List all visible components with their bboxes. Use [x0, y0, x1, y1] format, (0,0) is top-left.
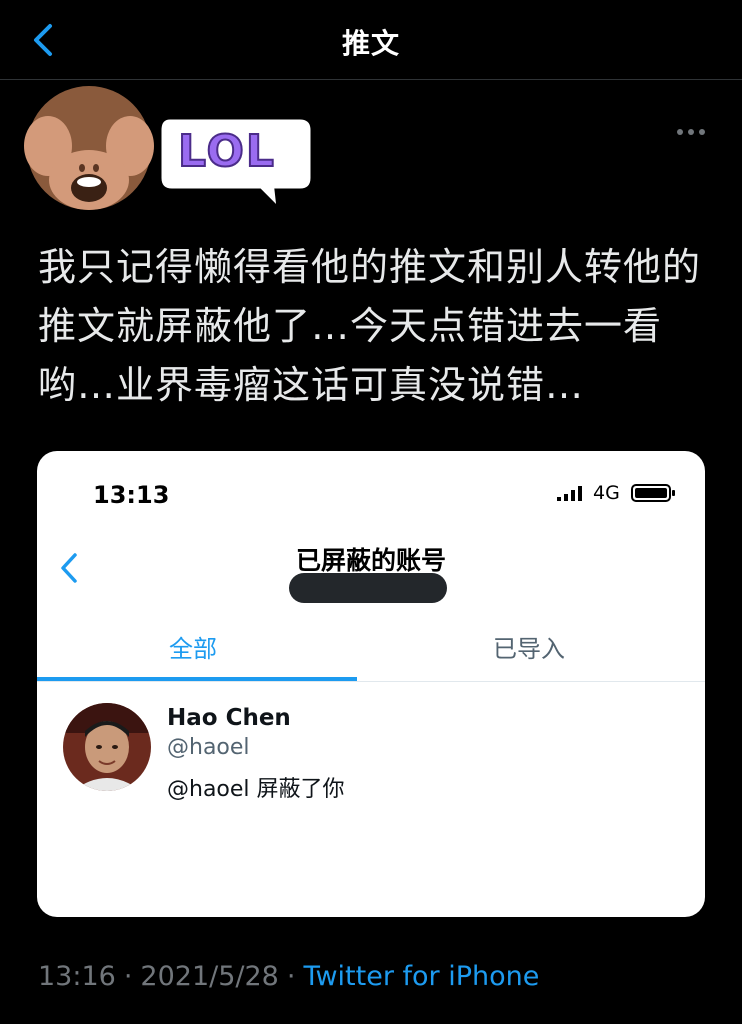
blocked-accounts-title: 已屏蔽的账号 — [295, 546, 446, 575]
page-title: 推文 — [341, 27, 400, 60]
more-options-icon[interactable] — [676, 122, 706, 142]
author-avatar-monkey-icon[interactable] — [18, 76, 160, 216]
blocked-user-avatar — [63, 703, 151, 791]
network-type: 4G — [593, 482, 620, 504]
tweet-text: 我只记得懒得看他的推文和别人转他的推文就屏蔽他了…今天点错进去一看哟…业界毒瘤这… — [38, 245, 702, 407]
tab-all: 全部 — [169, 635, 217, 663]
battery-icon — [631, 484, 675, 502]
tweet-date: 2021/5/28 — [140, 961, 279, 992]
tab-imported: 已导入 — [493, 635, 565, 663]
lol-sticker: LOL — [150, 108, 324, 213]
attached-image-card[interactable]: 13:13 4G 已屏蔽的账号 全部 已导入 Hao Chen @haoel @… — [37, 451, 705, 917]
lol-sticker-text: LOL — [177, 125, 276, 178]
status-bar-time: 13:13 — [93, 481, 170, 509]
blocked-user-handle: @haoel — [167, 735, 250, 760]
cellular-signal-icon — [557, 486, 582, 501]
redacted-username — [289, 573, 447, 603]
tweet-source-link[interactable]: Twitter for iPhone — [303, 961, 539, 992]
separator-dot: · — [123, 961, 133, 992]
tweet-time: 13:16 — [38, 961, 116, 992]
blocked-user-name: Hao Chen — [167, 705, 291, 731]
separator-dot: · — [286, 961, 296, 992]
top-nav-bar: 推文 — [0, 0, 742, 80]
tab-divider — [37, 681, 705, 682]
tweet-metadata: 13:16 · 2021/5/28 · Twitter for iPhone — [38, 961, 539, 992]
blocked-user-status: @haoel 屏蔽了你 — [167, 777, 345, 802]
